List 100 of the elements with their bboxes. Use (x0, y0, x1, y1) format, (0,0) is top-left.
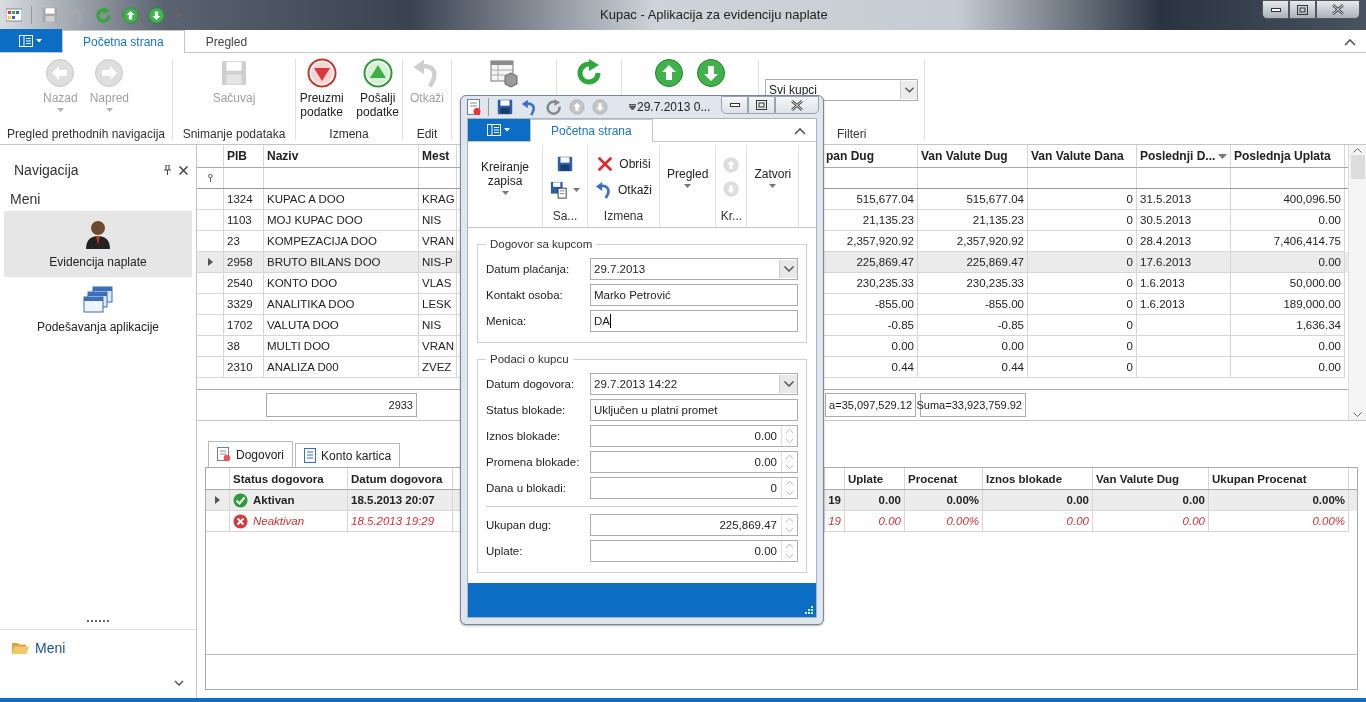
table-cell: 18.5.2013 20:07 (351, 494, 435, 506)
group-label: Edit (416, 127, 438, 141)
table-cell: NIS (422, 214, 442, 226)
table-cell: 0.00 (1066, 494, 1089, 506)
table-cell: 3329 (227, 298, 253, 310)
table-cell: 0 (1126, 193, 1133, 205)
table-cell: BRUTO BILANS DOO (267, 256, 381, 268)
table-cell: MOJ KUPAC DOO (267, 214, 363, 226)
window-title: Kupac - Aplikacija za evidenciju naplate (600, 7, 828, 22)
table-cell: MULTI DOO (267, 340, 331, 352)
table-cell: 2310 (227, 361, 253, 373)
field-label: Status blokade: (486, 404, 567, 416)
panel-title: Navigacija (14, 162, 79, 178)
table-cell: 0.00% (1312, 515, 1345, 527)
table-cell: 0.00 (1182, 494, 1205, 506)
table-cell: 17.6.2013 (1140, 256, 1192, 268)
table-cell: 0.00% (1312, 494, 1345, 506)
group-title: Dogovor sa kupcom (489, 238, 594, 250)
table-cell: VALUTA DOO (267, 319, 339, 331)
field-label: Iznos blokade: (486, 430, 562, 442)
table-cell: 0 (1126, 277, 1133, 289)
table-cell: Aktivan (253, 494, 295, 506)
table-cell: 38 (227, 340, 240, 352)
group-label: Kr... (720, 209, 743, 223)
table-cell: 0.00 (1066, 515, 1089, 527)
table-cell: 225,869.47 (966, 256, 1024, 268)
field-label: Promena blokade: (486, 456, 581, 468)
table-cell: 0 (1126, 214, 1133, 226)
table-cell: KUPAC A DOO (267, 193, 345, 205)
group-label: Izmena (603, 209, 644, 223)
table-cell: 0.00 (1001, 340, 1024, 352)
summary-cell: 2933 (266, 393, 417, 417)
table-cell: 0.00 (1182, 515, 1205, 527)
table-cell: 0.00 (1318, 361, 1341, 373)
table-cell: 7,406,414.75 (1273, 235, 1341, 247)
table-cell: 400,096.50 (1283, 193, 1341, 205)
group-label: Pregled prethodnih navigacija (6, 127, 166, 141)
table-cell: KOMPEZACIJA DOO (267, 235, 377, 247)
table-cell: 31.5.2013 (1140, 193, 1192, 205)
table-cell: 189,000.00 (1283, 298, 1341, 310)
table-cell: -855.00 (985, 298, 1024, 310)
table-cell: 230,235.33 (966, 277, 1024, 289)
table-cell: 18.5.2013 19:29 (351, 515, 435, 527)
table-cell: NIS-P (422, 256, 453, 268)
table-cell: VLAS (422, 277, 452, 289)
table-cell: 515,677.04 (856, 193, 914, 205)
table-cell: 21,135.23 (862, 214, 914, 226)
table-cell: 0.44 (891, 361, 914, 373)
table-cell: 1324 (227, 193, 253, 205)
table-cell: 2540 (227, 277, 253, 289)
table-cell: 28.4.2013 (1140, 235, 1192, 247)
table-cell: 2,357,920.92 (846, 235, 914, 247)
table-cell: 0 (1126, 235, 1133, 247)
table-cell: 23 (227, 235, 240, 247)
table-cell: 0 (1126, 319, 1133, 331)
table-cell: VRAN (422, 235, 454, 247)
table-cell: 0.00 (891, 340, 914, 352)
group-label: Snimanje podataka (182, 127, 286, 141)
table-cell: 0.00% (946, 494, 979, 506)
group-label: Filteri (837, 127, 867, 141)
table-cell: LESK (422, 298, 452, 310)
table-cell: 19 (828, 494, 841, 506)
table-cell: 0 (1126, 256, 1133, 268)
table-cell: 0.00 (878, 494, 901, 506)
table-cell: 0.00 (1318, 256, 1341, 268)
table-cell: 0 (1126, 340, 1133, 352)
table-cell: 1,636.34 (1296, 319, 1341, 331)
table-cell: 50,000.00 (1289, 277, 1341, 289)
table-cell: -0.85 (887, 319, 914, 331)
table-cell: 0 (1126, 361, 1133, 373)
table-cell: 0.00% (946, 515, 979, 527)
summary-cell: a=35,097,529.12 (825, 393, 916, 417)
table-cell: 19 (828, 515, 841, 527)
field-label: Menica: (486, 315, 528, 327)
field-label: Uplate: (486, 545, 524, 557)
table-cell: Neaktivan (253, 515, 305, 527)
group-label: Izmena (329, 127, 369, 141)
table-cell: ANALITIKA DOO (267, 298, 355, 310)
table-cell: 21,135.23 (972, 214, 1024, 226)
section-label: Meni (9, 190, 42, 209)
table-cell: ZVEZ (422, 361, 452, 373)
field-label: Ukupan dug: (486, 519, 553, 531)
dialog-title: 29.7.2013 0... (637, 100, 711, 114)
table-cell: 1.6.2013 (1140, 277, 1185, 289)
table-cell: 1702 (227, 319, 253, 331)
table-cell: -855.00 (875, 298, 914, 310)
table-cell: 30.5.2013 (1140, 214, 1192, 226)
group-label: Sa... (552, 209, 578, 223)
table-cell: -0.85 (997, 319, 1024, 331)
table-cell: NIS (422, 319, 442, 331)
table-cell: 0.44 (1001, 361, 1024, 373)
table-cell: KONTO DOO (267, 277, 338, 289)
table-cell: 230,235.33 (856, 277, 914, 289)
table-cell: 0 (1126, 298, 1133, 310)
table-cell: 1103 (227, 214, 252, 226)
table-cell: 1.6.2013 (1140, 298, 1185, 310)
table-cell: 2958 (227, 256, 253, 268)
field-label: Datum plaćanja: (486, 263, 571, 275)
field-label: Dana u blokadi: (486, 482, 567, 494)
table-cell: 0.00 (878, 515, 901, 527)
